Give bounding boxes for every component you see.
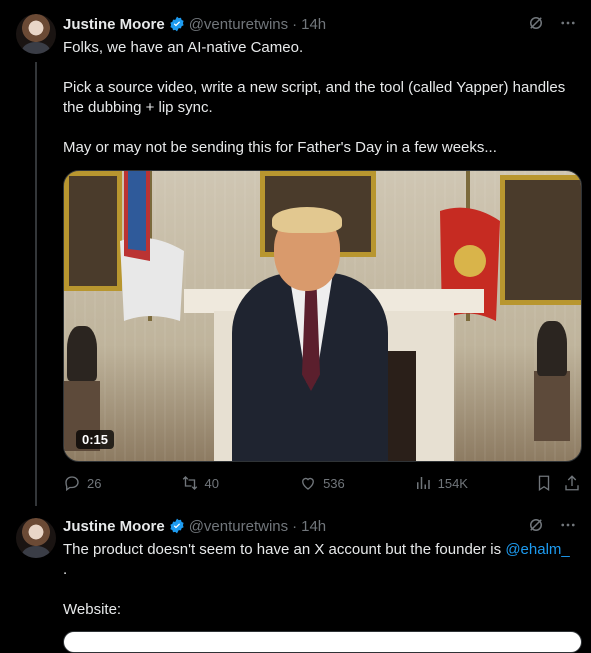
repost-icon bbox=[182, 476, 197, 490]
tweet-top-actions bbox=[527, 516, 577, 534]
bust-right bbox=[537, 321, 567, 376]
pedestal-right bbox=[534, 371, 570, 441]
views-button[interactable]: 154K bbox=[414, 474, 536, 492]
verified-badge-icon bbox=[170, 16, 184, 32]
repost-button[interactable]: 40 bbox=[181, 474, 300, 492]
video-duration: 0:15 bbox=[76, 430, 115, 449]
tweet-text: Folks, we have an AI-native Cameo. Pick … bbox=[63, 39, 566, 156]
portrait-left bbox=[64, 171, 122, 291]
separator: · bbox=[292, 517, 298, 535]
tweet-text-part: . Website: bbox=[63, 561, 122, 618]
bust-left bbox=[67, 326, 97, 381]
author-handle[interactable]: @venturetwins bbox=[189, 518, 288, 535]
more-icon[interactable] bbox=[559, 516, 577, 534]
avatar[interactable] bbox=[16, 14, 56, 54]
bookmark-button[interactable] bbox=[535, 474, 563, 492]
thread-line bbox=[35, 62, 37, 506]
bookmark-icon bbox=[538, 475, 550, 492]
reply-count: 26 bbox=[87, 475, 102, 491]
like-icon bbox=[302, 477, 314, 490]
tweet-top-actions bbox=[527, 14, 577, 32]
views-count: 154K bbox=[437, 475, 468, 491]
army-flag bbox=[120, 171, 184, 321]
tweet-actions: 26 40 536 154K bbox=[63, 472, 581, 494]
video-thumbnail[interactable]: 0:15 bbox=[63, 170, 582, 462]
like-count: 536 bbox=[323, 475, 345, 491]
avatar[interactable] bbox=[16, 518, 56, 558]
author-name[interactable]: Justine Moore bbox=[63, 16, 165, 33]
repost-count: 40 bbox=[204, 475, 219, 491]
share-icon bbox=[565, 475, 579, 491]
verified-badge-icon bbox=[170, 518, 184, 534]
grok-icon[interactable] bbox=[527, 14, 545, 32]
views-icon bbox=[416, 477, 430, 489]
grok-icon[interactable] bbox=[527, 516, 545, 534]
tweet[interactable]: Justine Moore @venturetwins · 14h The pr… bbox=[0, 506, 591, 637]
more-icon[interactable] bbox=[559, 14, 577, 32]
timestamp[interactable]: 14h bbox=[301, 16, 326, 33]
reply-icon bbox=[65, 476, 79, 492]
link-card-preview[interactable] bbox=[63, 631, 582, 653]
tweet-text: The product doesn't seem to have an X ac… bbox=[63, 540, 583, 620]
author-name[interactable]: Justine Moore bbox=[63, 518, 165, 535]
tweet[interactable]: Justine Moore @venturetwins · 14h Folks,… bbox=[0, 0, 591, 506]
portrait-right bbox=[500, 175, 581, 305]
person-hair bbox=[272, 207, 342, 233]
tweet-text-part: The product doesn't seem to have an X ac… bbox=[63, 541, 506, 558]
tweet-header: Justine Moore @venturetwins · 14h bbox=[63, 516, 326, 536]
like-button[interactable]: 536 bbox=[299, 474, 414, 492]
mention-link[interactable]: @ehalm_ bbox=[505, 541, 569, 558]
timestamp[interactable]: 14h bbox=[301, 518, 326, 535]
tweet-header: Justine Moore @venturetwins · 14h bbox=[63, 14, 326, 34]
author-handle[interactable]: @venturetwins bbox=[189, 16, 288, 33]
share-button[interactable] bbox=[563, 474, 581, 492]
separator: · bbox=[292, 15, 298, 33]
reply-button[interactable]: 26 bbox=[63, 474, 181, 492]
